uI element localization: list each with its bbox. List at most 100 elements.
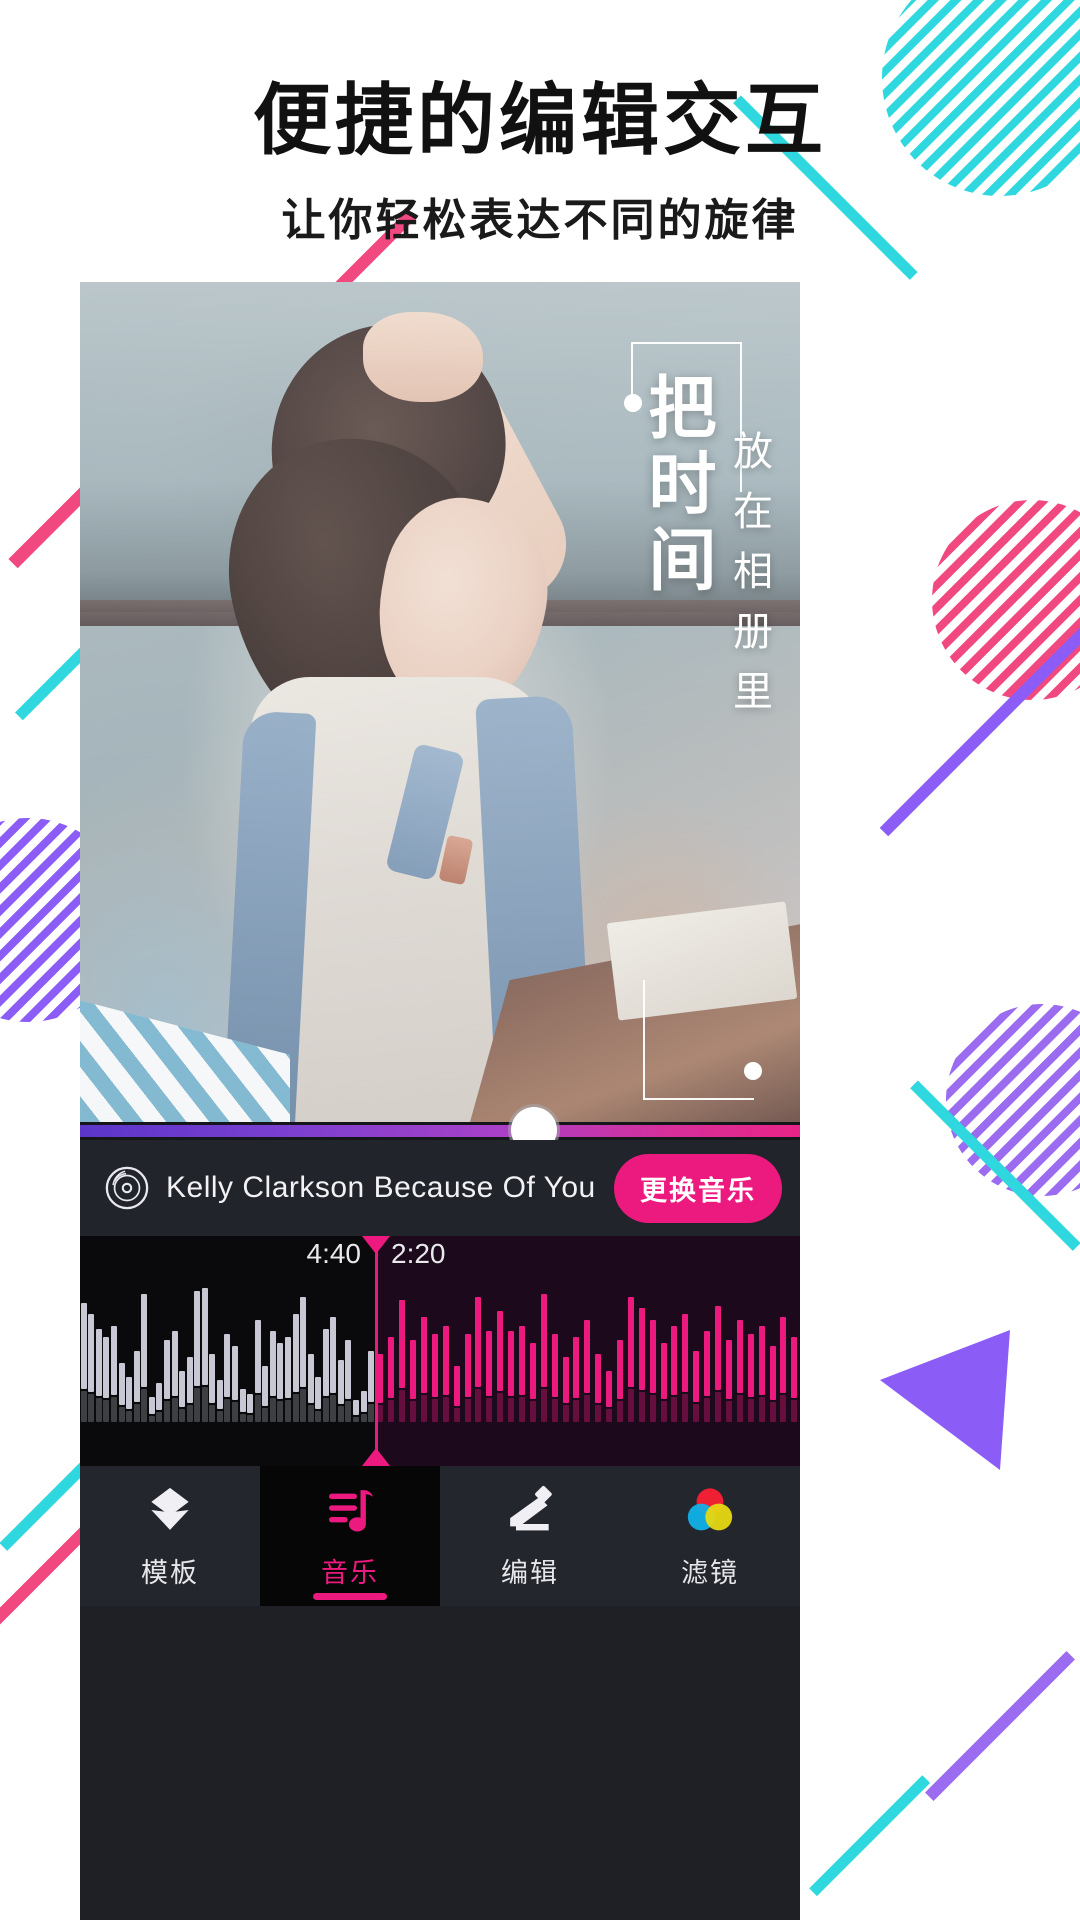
waveform-bar-reflection xyxy=(322,1397,329,1422)
caption-sub-text[interactable]: 放在相册里 xyxy=(720,430,778,730)
waveform-bar xyxy=(262,1365,269,1406)
waveform-bar xyxy=(736,1319,743,1394)
waveform-bar-reflection xyxy=(497,1393,504,1422)
vinyl-record-icon xyxy=(105,1166,149,1210)
waveform-column xyxy=(408,1272,419,1422)
nav-item-template[interactable]: 模板 xyxy=(80,1466,260,1606)
filter-circles-icon xyxy=(687,1488,733,1531)
waveform-column xyxy=(201,1272,209,1422)
waveform-bar xyxy=(519,1325,526,1395)
waveform-column xyxy=(691,1272,702,1422)
waveform-bar-reflection xyxy=(315,1410,322,1422)
current-time-label: 2:20 xyxy=(391,1238,446,1269)
waveform-bar-reflection xyxy=(141,1388,148,1422)
waveform-bar-reflection xyxy=(693,1403,700,1422)
waveform-bar xyxy=(606,1371,613,1408)
waveform-playhead[interactable] xyxy=(362,1236,390,1466)
time-row-left: 4:40 xyxy=(80,1236,375,1272)
waveform-bar-reflection xyxy=(224,1399,231,1422)
waveform-bar-reflection xyxy=(163,1400,170,1422)
waveform-bar-reflection xyxy=(715,1391,722,1422)
waveform-bar xyxy=(725,1339,732,1399)
waveform-bar-reflection xyxy=(148,1415,155,1422)
waveform-bar-reflection xyxy=(88,1393,95,1422)
nav-item-edit[interactable]: 编辑 xyxy=(440,1466,620,1606)
waveform-bar xyxy=(126,1377,133,1409)
waveform-bar-reflection xyxy=(284,1399,291,1422)
waveform-bar xyxy=(216,1379,223,1410)
waveform-column xyxy=(299,1272,307,1422)
waveform-bar xyxy=(758,1325,765,1395)
waveform-column xyxy=(224,1272,232,1422)
waveform-bar-reflection xyxy=(682,1393,689,1422)
waveform-column xyxy=(284,1272,292,1422)
waveform-bar xyxy=(410,1339,417,1399)
waveform-bar-reflection xyxy=(671,1396,678,1422)
waveform-column xyxy=(397,1272,408,1422)
waveform-bar xyxy=(475,1297,482,1388)
waveform-bar xyxy=(595,1354,602,1403)
time-row-right: 2:20 xyxy=(375,1236,800,1272)
timeline-track xyxy=(80,1125,800,1137)
waveform-bar-reflection xyxy=(330,1394,337,1422)
waveform-column xyxy=(593,1272,604,1422)
waveform-unselected[interactable]: 4:40 xyxy=(80,1236,375,1466)
waveform-bar-reflection xyxy=(156,1412,163,1422)
waveform-selected[interactable]: 2:20 xyxy=(362,1236,800,1466)
waveform-editor[interactable]: 4:40 2:20 xyxy=(80,1236,800,1466)
waveform-bar xyxy=(562,1357,569,1404)
waveform-column xyxy=(163,1272,171,1422)
waveform-bar xyxy=(540,1294,547,1387)
waveform-column xyxy=(269,1272,277,1422)
waveform-column xyxy=(636,1272,647,1422)
waveform-column xyxy=(680,1272,691,1422)
page-subtitle: 让你轻松表达不同的旋律 xyxy=(281,196,799,246)
waveform-bar-reflection xyxy=(111,1396,118,1422)
caption-dot-bottom xyxy=(744,1062,762,1080)
waveform-column xyxy=(713,1272,724,1422)
waveform-bar xyxy=(307,1354,314,1403)
waveform-bar-reflection xyxy=(247,1415,254,1422)
nav-item-filter[interactable]: 滤镜 xyxy=(620,1466,800,1606)
caption-main-text[interactable]: 把时间 xyxy=(638,372,714,600)
waveform-column xyxy=(345,1272,353,1422)
waveform-bar-reflection xyxy=(704,1398,711,1422)
waveform-column xyxy=(171,1272,179,1422)
bottom-navigation: 模板 音乐 编辑 滤镜 xyxy=(80,1466,800,1606)
waveform-bar xyxy=(300,1297,307,1388)
waveform-bar-reflection xyxy=(345,1400,352,1422)
playhead-bottom-marker xyxy=(362,1448,390,1466)
waveform-bar-reflection xyxy=(133,1403,140,1422)
waveform-column xyxy=(538,1272,549,1422)
photo-preview[interactable]: 把时间 放在相册里 xyxy=(80,282,800,1122)
caption-frame-top xyxy=(632,342,742,344)
waveform-bar-reflection xyxy=(519,1396,526,1422)
waveform-bar xyxy=(377,1354,384,1403)
waveform-bar xyxy=(88,1314,95,1392)
waveform-column xyxy=(506,1272,517,1422)
waveform-bar xyxy=(421,1317,427,1393)
waveform-column xyxy=(239,1272,247,1422)
waveform-bar xyxy=(171,1331,178,1397)
change-music-button[interactable]: 更换音乐 xyxy=(614,1153,782,1223)
waveform-bar xyxy=(111,1325,118,1395)
timeline-slider[interactable] xyxy=(80,1107,800,1153)
waveform-bar-reflection xyxy=(540,1388,547,1422)
music-info-bar: Kelly Clarkson Because Of You 更换音乐 xyxy=(80,1140,800,1236)
deco-triangle-purple-bottomright xyxy=(880,1330,1010,1470)
waveform-column xyxy=(330,1272,338,1422)
waveform-column xyxy=(148,1272,156,1422)
waveform-column xyxy=(307,1272,315,1422)
waveform-bar xyxy=(508,1331,515,1397)
nav-item-music[interactable]: 音乐 xyxy=(260,1466,440,1606)
waveform-bar xyxy=(638,1308,645,1391)
waveform-bar xyxy=(239,1388,246,1412)
waveform-bar-reflection xyxy=(453,1407,460,1422)
waveform-bar-reflection xyxy=(442,1396,449,1422)
waveform-bar-reflection xyxy=(300,1389,307,1422)
waveform-bar xyxy=(269,1331,276,1397)
waveform-bar-reflection xyxy=(216,1411,223,1422)
waveform-bar xyxy=(80,1302,87,1389)
song-title: Kelly Clarkson Because Of You xyxy=(166,1171,596,1204)
waveform-bar-reflection xyxy=(194,1387,201,1422)
